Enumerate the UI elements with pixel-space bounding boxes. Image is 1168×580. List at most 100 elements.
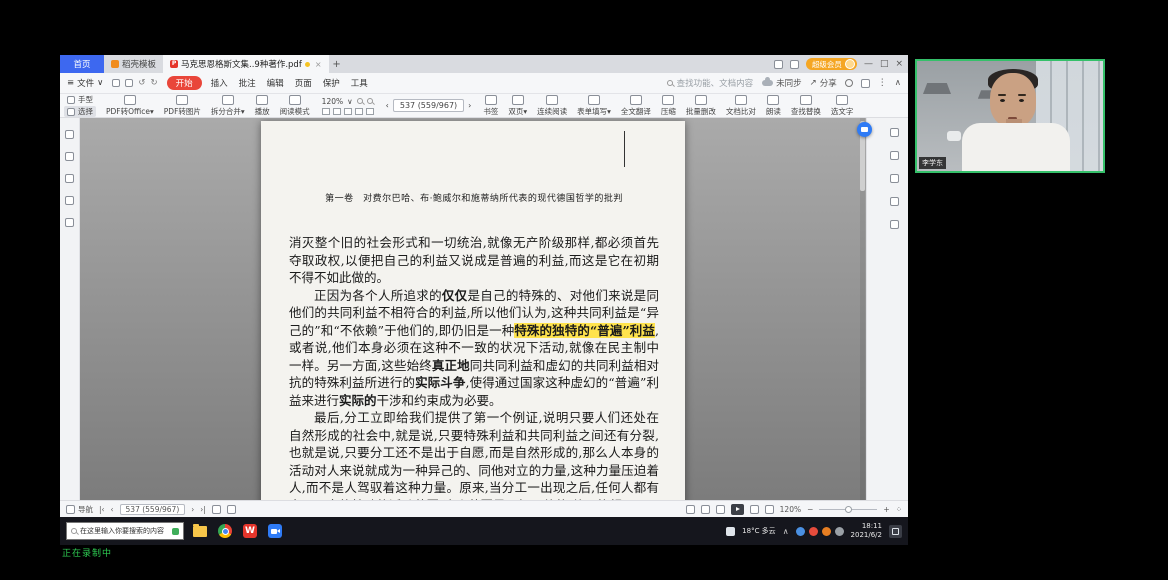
- save-icon[interactable]: [112, 79, 120, 87]
- tab-home[interactable]: 首页: [60, 55, 104, 73]
- zoom-slider-knob[interactable]: [845, 506, 852, 513]
- tray-icon-blue[interactable]: [796, 527, 805, 536]
- read-mode-button[interactable]: 阅读模式: [275, 95, 315, 117]
- pdf-to-image-button[interactable]: PDF转图片: [159, 95, 206, 117]
- comment-panel-icon[interactable]: [65, 174, 74, 183]
- apps-grid-icon[interactable]: [774, 60, 783, 69]
- add-page-icon[interactable]: [212, 505, 221, 514]
- actual-size-icon[interactable]: [344, 108, 352, 115]
- tray-icon-red[interactable]: [809, 527, 818, 536]
- chrome-icon[interactable]: [218, 524, 232, 538]
- zoom-level-select[interactable]: 120%: [322, 97, 343, 106]
- slideshow-play-button[interactable]: [731, 504, 744, 515]
- rotate-left-icon[interactable]: [355, 108, 363, 115]
- select-tool-button[interactable]: 选择: [64, 106, 96, 117]
- fit-page-icon[interactable]: [322, 108, 330, 115]
- zoom-percent[interactable]: 120%: [780, 505, 801, 514]
- fit-width-icon[interactable]: [333, 108, 341, 115]
- single-page-icon[interactable]: [701, 505, 710, 514]
- bookmark-panel-icon[interactable]: [65, 130, 74, 139]
- new-tab-button[interactable]: +: [329, 55, 345, 73]
- zoom-in-button[interactable]: +: [883, 505, 889, 514]
- collapse-toolbar-icon[interactable]: ∧: [895, 78, 901, 88]
- tray-weather-text[interactable]: 18°C 多云: [742, 526, 776, 536]
- wps-assistant-button[interactable]: [857, 122, 872, 137]
- menu-comment[interactable]: 批注: [239, 77, 256, 89]
- prev-page-button[interactable]: ‹: [386, 101, 389, 110]
- remove-page-icon[interactable]: [227, 505, 236, 514]
- menu-tools[interactable]: 工具: [351, 77, 368, 89]
- more-icon[interactable]: ⋮: [878, 78, 887, 88]
- bookmark-button[interactable]: 书签: [478, 95, 503, 117]
- last-page-button[interactable]: ›|: [200, 505, 206, 514]
- form-fill-button[interactable]: 表单填写▾: [572, 95, 616, 117]
- thumbnail-panel-icon[interactable]: [65, 152, 74, 161]
- prev-page-button[interactable]: ‹: [111, 505, 114, 514]
- find-icon[interactable]: [890, 128, 899, 137]
- gear-icon[interactable]: [845, 79, 853, 87]
- annotate-icon[interactable]: [890, 151, 899, 160]
- sync-status[interactable]: 未同步: [762, 77, 802, 89]
- tab-docer[interactable]: 稻壳模板: [104, 55, 163, 73]
- annotate-pen-icon[interactable]: [686, 505, 695, 514]
- message-center-icon[interactable]: [790, 60, 799, 69]
- menu-edit[interactable]: 编辑: [267, 77, 284, 89]
- two-page-button[interactable]: 双页▾: [503, 95, 532, 117]
- document-area[interactable]: 第一卷 对费尔巴哈、布·鲍威尔和施蒂纳所代表的现代德国哲学的批判 消灭整个旧的社…: [80, 118, 866, 500]
- download-icon[interactable]: [890, 197, 899, 206]
- pdf-to-office-button[interactable]: PDF转Office▾: [101, 95, 159, 117]
- tab-document[interactable]: P 马克思恩格斯文集..9种著作.pdf ×: [163, 55, 329, 73]
- menu-start-active[interactable]: 开始: [167, 76, 202, 90]
- continuous-read-button[interactable]: 连续阅读: [532, 95, 572, 117]
- menu-insert[interactable]: 插入: [211, 77, 228, 89]
- navigation-toggle[interactable]: 导航: [66, 504, 93, 515]
- menu-protect[interactable]: 保护: [323, 77, 340, 89]
- hidden-icons-chevron[interactable]: ∧: [783, 527, 789, 536]
- play-button[interactable]: 播放: [250, 95, 275, 117]
- fit-page-icon[interactable]: [750, 505, 759, 514]
- undo-icon[interactable]: ↺: [138, 78, 145, 88]
- history-icon[interactable]: [890, 174, 899, 183]
- redo-icon[interactable]: ↻: [151, 78, 158, 88]
- search-input[interactable]: 查找功能、文档内容: [667, 77, 754, 89]
- maximize-button[interactable]: □: [880, 59, 889, 69]
- fit-width-icon[interactable]: [765, 505, 774, 514]
- doc-compare-button[interactable]: 文档比对: [721, 95, 761, 117]
- vertical-scrollbar[interactable]: [860, 118, 865, 500]
- meeting-app-icon[interactable]: [268, 524, 282, 538]
- taskbar-clock[interactable]: 18:11 2021/6/2: [851, 522, 882, 540]
- read-aloud-button[interactable]: 朗读: [761, 95, 786, 117]
- file-explorer-icon[interactable]: [193, 526, 207, 537]
- taskbar-search-input[interactable]: 在这里输入你要搜索的内容: [66, 522, 184, 540]
- double-page-icon[interactable]: [716, 505, 725, 514]
- find-replace-button[interactable]: 查找替换: [786, 95, 826, 117]
- outline-icon[interactable]: [890, 220, 899, 229]
- panel-layout-icon[interactable]: [861, 79, 870, 88]
- next-page-button[interactable]: ›: [468, 101, 471, 110]
- next-page-button[interactable]: ›: [191, 505, 194, 514]
- zoom-out-button[interactable]: −: [807, 505, 813, 514]
- first-page-button[interactable]: |‹: [99, 505, 105, 514]
- member-button[interactable]: 超级会员: [806, 58, 857, 70]
- notification-center-icon[interactable]: [889, 525, 902, 538]
- compress-button[interactable]: 压缩: [656, 95, 681, 117]
- translate-button[interactable]: 全文翻译: [616, 95, 656, 117]
- menu-page[interactable]: 页面: [295, 77, 312, 89]
- attachment-panel-icon[interactable]: [65, 196, 74, 205]
- minimize-button[interactable]: —: [864, 59, 873, 69]
- page-number-field[interactable]: 537 (559/967): [120, 504, 186, 515]
- file-menu[interactable]: ≡ 文件 ∨: [67, 77, 103, 89]
- split-merge-button[interactable]: 拆分合并▾: [206, 95, 250, 117]
- zoom-out-icon[interactable]: [357, 98, 363, 104]
- batch-edit-button[interactable]: 批量删改: [681, 95, 721, 117]
- fullscreen-icon[interactable]: ⁘: [896, 505, 902, 514]
- select-text-button[interactable]: 选文字: [826, 95, 859, 117]
- signature-panel-icon[interactable]: [65, 218, 74, 227]
- share-button[interactable]: ↗ 分享: [810, 77, 837, 89]
- hand-tool-button[interactable]: 手型: [64, 94, 96, 105]
- zoom-in-icon[interactable]: [367, 98, 373, 104]
- rotate-right-icon[interactable]: [366, 108, 374, 115]
- tray-icon-gray[interactable]: [835, 527, 844, 536]
- print-icon[interactable]: [125, 79, 133, 87]
- wps-icon[interactable]: W: [243, 524, 257, 538]
